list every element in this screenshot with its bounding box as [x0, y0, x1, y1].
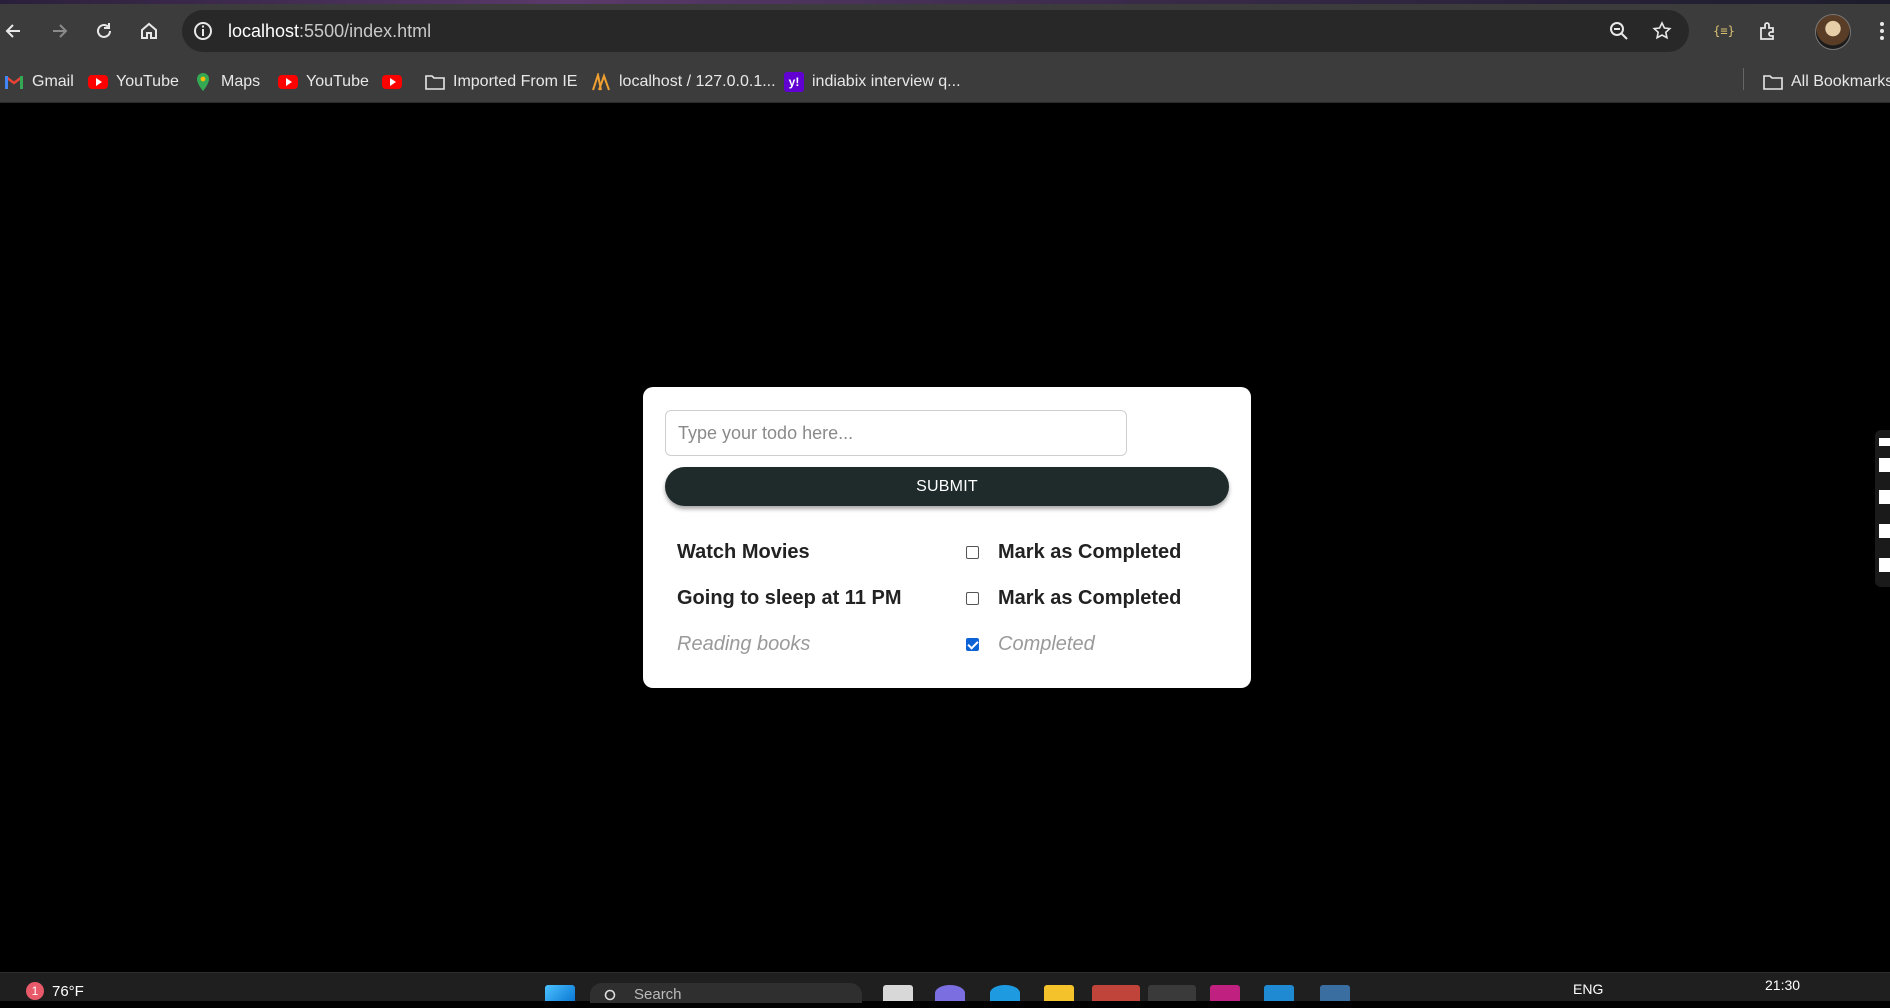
- bookmark-star-icon[interactable]: [1650, 19, 1674, 43]
- chat-app-icon[interactable]: [935, 985, 965, 1001]
- bookmark-label: Imported From IE: [453, 73, 578, 90]
- complete-checkbox[interactable]: [966, 592, 979, 605]
- forward-button[interactable]: [42, 14, 76, 48]
- url-host: localhost: [228, 21, 300, 41]
- bookmark-label: YouTube: [116, 73, 179, 90]
- git-app-icon[interactable]: [1092, 985, 1140, 1001]
- bookmark-youtube-3[interactable]: [382, 68, 402, 96]
- youtube-icon: [88, 72, 108, 92]
- site-info-icon[interactable]: [192, 20, 214, 42]
- bookmark-youtube-2[interactable]: YouTube: [278, 68, 369, 96]
- all-bookmarks-label: All Bookmarks: [1791, 73, 1890, 90]
- complete-checkbox[interactable]: [966, 546, 979, 559]
- url-path: :5500/index.html: [299, 21, 432, 41]
- submit-button[interactable]: SUBMIT: [665, 467, 1229, 506]
- taskview-icon[interactable]: [883, 985, 913, 1001]
- bookmark-phpmyadmin[interactable]: localhost / 127.0.0.1...: [591, 68, 776, 96]
- folder-icon: [1763, 72, 1783, 92]
- reload-icon: [97, 23, 111, 38]
- address-bar[interactable]: localhost:5500/index.html: [182, 10, 1689, 52]
- todo-status-label: Mark as Completed: [998, 541, 1182, 563]
- taskbar-search[interactable]: Search: [590, 983, 862, 1003]
- search-icon: [604, 989, 618, 1008]
- yahoo-icon: y!: [784, 72, 804, 92]
- home-icon: [141, 22, 157, 39]
- todo-status-label: Completed: [998, 633, 1095, 655]
- side-tool-icon[interactable]: [1879, 490, 1890, 504]
- gear-icon[interactable]: [1879, 558, 1890, 572]
- bookmark-label: indiabix interview q...: [812, 73, 961, 90]
- side-tool-icon[interactable]: [1879, 458, 1890, 472]
- weather-widget[interactable]: 76°F: [52, 983, 84, 1000]
- todo-card: SUBMIT Watch Movies Mark as Completed Go…: [643, 387, 1251, 688]
- zoom-icon[interactable]: [1607, 19, 1631, 43]
- bookmark-label: Gmail: [32, 73, 74, 90]
- side-toolbar-panel[interactable]: [1875, 430, 1890, 587]
- profile-avatar[interactable]: [1815, 14, 1851, 50]
- home-button[interactable]: [132, 14, 166, 48]
- bookmark-label: localhost / 127.0.0.1...: [619, 73, 776, 90]
- chrome-browser-icon[interactable]: [1148, 985, 1196, 1001]
- back-arrow-icon: [5, 24, 20, 38]
- tab-strip-edge: [0, 0, 1890, 4]
- complete-checkbox[interactable]: [966, 638, 979, 651]
- intellij-icon[interactable]: [1210, 985, 1240, 1001]
- side-tool-icon[interactable]: [1879, 438, 1890, 446]
- gmail-icon: [4, 72, 24, 92]
- todo-item: Watch Movies Mark as Completed: [677, 539, 1237, 569]
- extension-json-icon[interactable]: {≡}: [1710, 17, 1738, 45]
- bookmark-gmail[interactable]: Gmail: [4, 68, 74, 96]
- bookmark-folder-imported[interactable]: Imported From IE: [425, 68, 577, 96]
- folder-icon: [425, 72, 445, 92]
- windows-taskbar: 1 76°F Search ENG 21:30: [0, 972, 1890, 1003]
- todo-input[interactable]: [665, 410, 1127, 456]
- start-button[interactable]: [545, 985, 575, 1001]
- mysql-workbench-icon[interactable]: [1320, 985, 1350, 1001]
- edge-browser-icon[interactable]: [990, 985, 1020, 1001]
- bookmark-indiabix[interactable]: y! indiabix interview q...: [784, 68, 961, 96]
- menu-kebab-icon[interactable]: [1868, 17, 1890, 45]
- forward-arrow-icon: [53, 24, 68, 38]
- url-text[interactable]: localhost:5500/index.html: [228, 20, 431, 42]
- search-placeholder: Search: [634, 986, 682, 1003]
- todo-status-label: Mark as Completed: [998, 587, 1182, 609]
- bookmark-label: Maps: [221, 73, 261, 90]
- file-explorer-icon[interactable]: [1044, 985, 1074, 1001]
- reload-button[interactable]: [87, 14, 121, 48]
- notification-badge: 1: [26, 982, 44, 1000]
- browser-toolbar: localhost:5500/index.html {≡}: [0, 0, 1890, 62]
- todo-text: Going to sleep at 11 PM: [677, 587, 902, 609]
- bookmarks-divider: [1743, 68, 1744, 90]
- back-button[interactable]: [0, 14, 31, 48]
- bookmarks-bar: Gmail YouTube Maps YouTube Imported From…: [0, 62, 1890, 103]
- vscode-icon[interactable]: [1264, 985, 1294, 1001]
- system-clock[interactable]: 21:30: [1765, 977, 1800, 993]
- extensions-puzzle-icon[interactable]: [1754, 17, 1782, 45]
- todo-item-completed: Reading books Completed: [677, 631, 1237, 661]
- todo-text: Reading books: [677, 633, 811, 655]
- bookmark-youtube[interactable]: YouTube: [88, 68, 179, 96]
- bookmark-maps[interactable]: Maps: [193, 68, 260, 96]
- phpmyadmin-icon: [591, 72, 611, 92]
- youtube-icon: [382, 72, 402, 92]
- maps-icon: [193, 72, 213, 92]
- youtube-icon: [278, 72, 298, 92]
- all-bookmarks-button[interactable]: All Bookmarks: [1763, 68, 1890, 96]
- language-indicator[interactable]: ENG: [1573, 981, 1603, 997]
- bookmark-label: YouTube: [306, 73, 369, 90]
- todo-text: Watch Movies: [677, 541, 810, 563]
- side-tool-icon[interactable]: [1879, 524, 1890, 538]
- todo-item: Going to sleep at 11 PM Mark as Complete…: [677, 585, 1237, 615]
